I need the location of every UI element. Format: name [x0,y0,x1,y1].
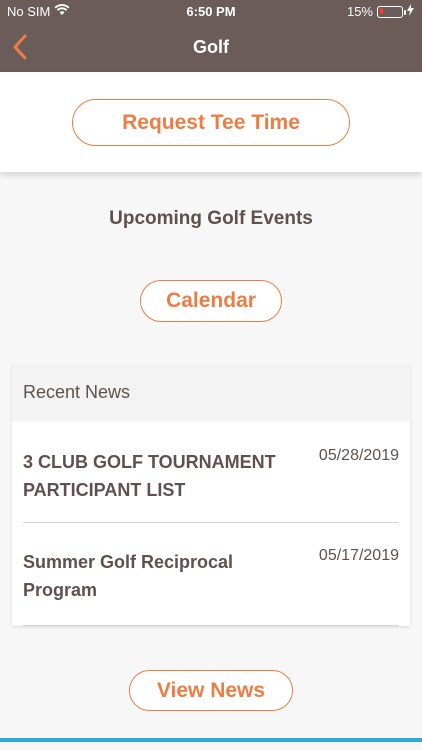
battery-indicator: 15% [347,4,414,19]
request-tee-time-button[interactable]: Request Tee Time [72,99,350,146]
news-date: 05/17/2019 [318,547,399,564]
app-header: No SIM 6:50 PM 15% Golf [0,0,422,72]
upcoming-events-heading: Upcoming Golf Events [109,208,313,229]
news-item[interactable]: 3 CLUB GOLF TOURNAMENT PARTICIPANT LIST … [23,447,399,508]
status-bar: No SIM 6:50 PM 15% [0,0,422,24]
page-title: Golf [193,37,229,57]
battery-percent: 15% [346,4,373,19]
charging-bolt-icon [407,4,414,19]
news-divider [23,625,399,626]
calendar-button[interactable]: Calendar [140,280,282,322]
tee-time-panel: Request Tee Time [0,72,422,172]
news-item[interactable]: Summer Golf Reciprocal Program 05/17/201… [23,547,399,608]
news-title: 3 CLUB GOLF TOURNAMENT PARTICIPANT LIST [23,452,276,500]
recent-news-heading: Recent News [12,364,410,421]
news-title: Summer Golf Reciprocal Program [23,552,234,600]
recent-news-card: Recent News 3 CLUB GOLF TOURNAMENT PARTI… [12,364,410,626]
news-date: 05/28/2019 [318,447,399,464]
battery-icon [377,5,406,18]
battery-level [379,8,383,14]
bottom-accent-bar [0,738,422,742]
news-divider [23,522,399,523]
view-news-button[interactable]: View News [129,670,293,711]
